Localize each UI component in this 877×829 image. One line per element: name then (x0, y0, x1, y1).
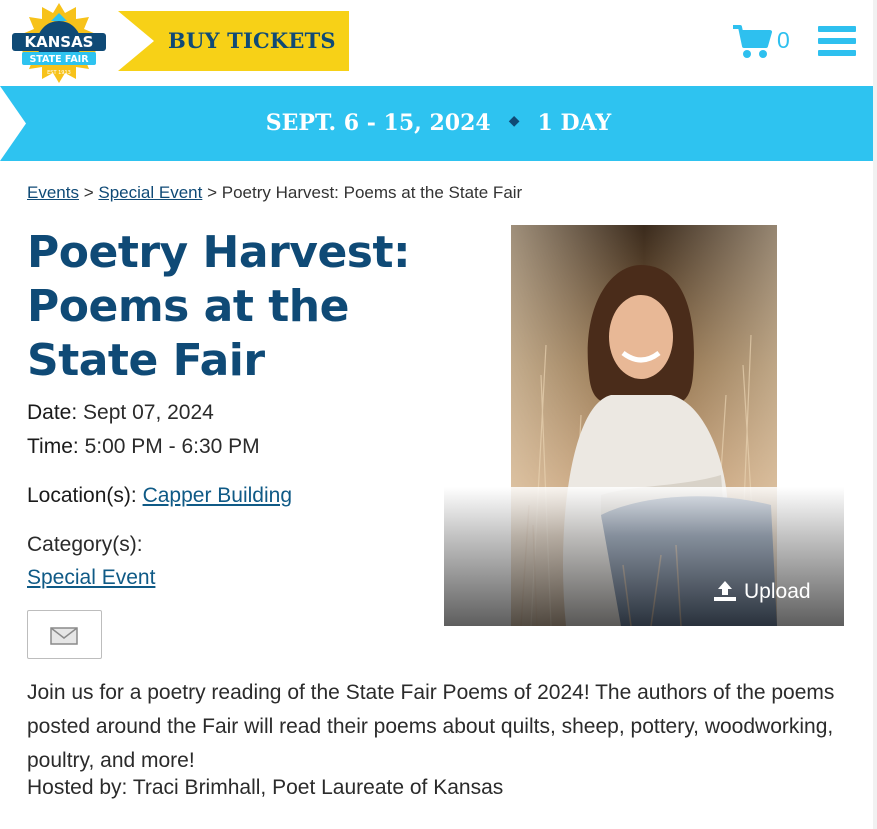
scrollbar[interactable] (873, 0, 877, 829)
envelope-icon (50, 627, 78, 645)
menu-bar (818, 26, 856, 32)
buy-tickets-label: BUY TICKETS (168, 28, 336, 53)
diamond-separator-icon: ◆ (508, 113, 520, 129)
menu-bar (818, 50, 856, 56)
time-label: Time: (27, 435, 79, 458)
menu-bar (818, 38, 856, 44)
hamburger-menu-icon[interactable] (818, 26, 856, 60)
breadcrumb-separator: > (207, 183, 218, 202)
site-header: KANSAS STATE FAIR EST 1913 BUY TICKETS 0 (0, 0, 877, 86)
page-title: Poetry Harvest: Poems at the State Fair (27, 227, 411, 386)
date-label: Date: (27, 401, 78, 424)
breadcrumb-link-events[interactable]: Events (27, 183, 79, 202)
breadcrumb-current: Poetry Harvest: Poems at the State Fair (221, 183, 523, 202)
location-label: Location(s): (27, 484, 137, 507)
breadcrumb-separator: > (83, 183, 94, 202)
location-link[interactable]: Capper Building (143, 484, 292, 507)
category-label: Category(s): (27, 533, 143, 556)
cart-count[interactable]: 0 (777, 27, 790, 54)
date-value: Sept 07, 2024 (83, 401, 214, 424)
buy-tickets-button[interactable]: BUY TICKETS (118, 11, 349, 71)
logo-text-state-fair: STATE FAIR (29, 54, 89, 65)
event-date: Date: Sept 07, 2024 (27, 401, 214, 425)
date-banner: SEPT. 6 - 15, 2024 ◆ 1 DAY (0, 86, 877, 161)
event-photo-container: Upload (444, 225, 844, 626)
banner-text: SEPT. 6 - 15, 2024 ◆ 1 DAY (0, 110, 877, 136)
shopping-cart-icon[interactable] (732, 24, 772, 60)
email-share-button[interactable] (27, 610, 102, 659)
event-description: Join us for a poetry reading of the Stat… (27, 681, 835, 772)
category-section: Special Event (27, 566, 155, 590)
time-value: 5:00 PM - 6:30 PM (84, 435, 260, 458)
upload-button[interactable]: Upload (714, 580, 811, 604)
breadcrumb: Events > Special Event > Poetry Harvest:… (27, 183, 522, 203)
event-host: Hosted by: Traci Brimhall, Poet Laureate… (27, 776, 504, 799)
event-time: Time: 5:00 PM - 6:30 PM (27, 435, 260, 459)
breadcrumb-link-special-event[interactable]: Special Event (98, 183, 202, 202)
kansas-state-fair-logo[interactable]: KANSAS STATE FAIR EST 1913 (10, 2, 108, 84)
photo-overlay (444, 487, 844, 626)
upload-label: Upload (744, 580, 811, 603)
upload-icon (714, 581, 736, 601)
category-link[interactable]: Special Event (27, 566, 155, 589)
logo-text-kansas: KANSAS (24, 33, 93, 51)
logo-text-est: EST 1913 (47, 70, 71, 76)
fair-dates: SEPT. 6 - 15, 2024 (265, 110, 491, 136)
ticket-duration: 1 DAY (537, 110, 612, 136)
event-location: Location(s): Capper Building (27, 484, 292, 508)
